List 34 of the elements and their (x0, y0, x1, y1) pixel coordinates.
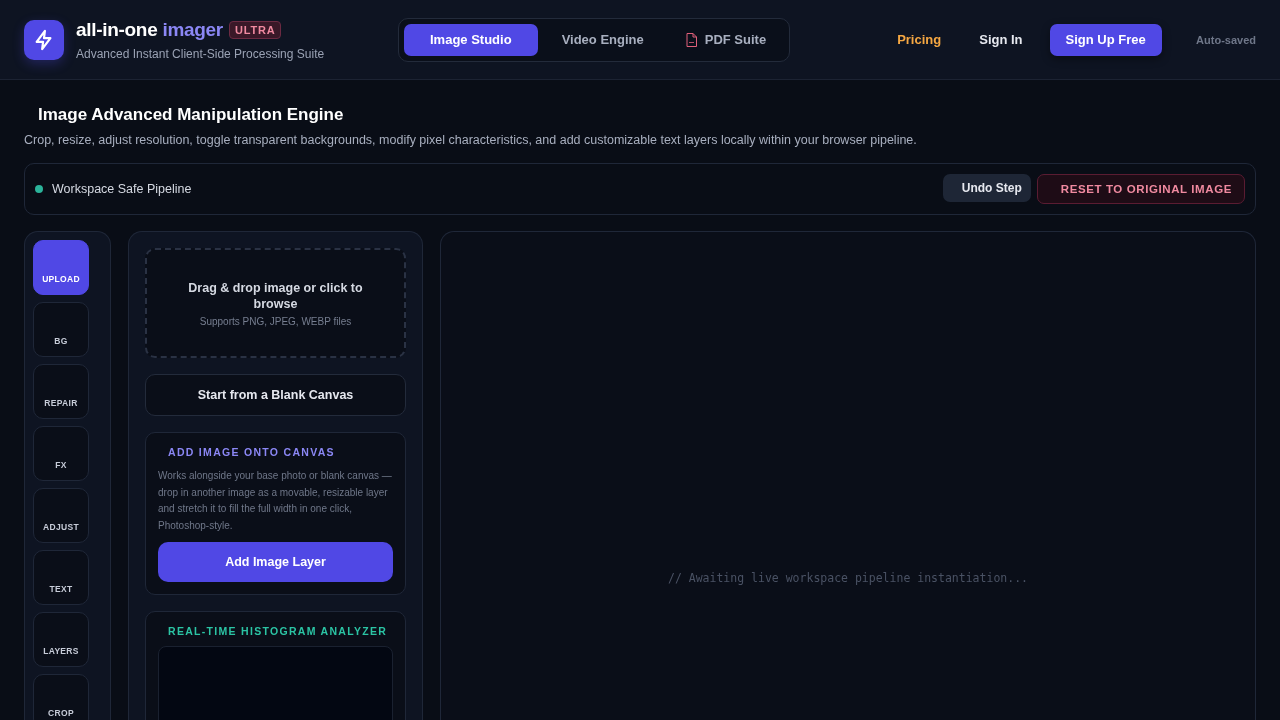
app-tagline: Advanced Instant Client-Side Processing Suite (76, 46, 325, 61)
reset-button[interactable]: RESET TO ORIGINAL IMAGE (1036, 174, 1245, 204)
tool-button[interactable]: ADJUST (33, 488, 89, 543)
mode-tab[interactable]: PDF Suite (667, 23, 785, 56)
upload-dropzone[interactable]: Drag & drop image or click to browse Supports PNG, JPEG, WEBP files (145, 248, 406, 358)
tool-button[interactable]: REPAIR (33, 364, 89, 419)
mode-tab[interactable]: Image Studio (404, 23, 538, 56)
mode-tab[interactable]: Video Engine (543, 23, 662, 56)
undo-button[interactable]: Undo Step (942, 174, 1031, 202)
card-heading: ADD IMAGE ONTO CANVAS (168, 446, 336, 458)
dropzone-hint: Supports PNG, JPEG, WEBP files (199, 315, 352, 327)
tool-button[interactable]: TEXT (33, 550, 89, 605)
tier-badge: ULTRA (228, 20, 282, 39)
canvas-status-text: // Awaiting live workspace pipeline instantiation... (668, 570, 1028, 585)
add-layer-button[interactable]: Add Image Layer (158, 542, 393, 582)
dropzone-title: Drag & drop image or click to browse (187, 279, 364, 312)
card-heading: REAL-TIME HISTOGRAM ANALYZER (168, 625, 389, 637)
tool-button[interactable]: FX (33, 426, 89, 481)
page-description: Crop, resize, adjust resolution, toggle transparent backgrounds, modify pixel characteristics, and add customizable text layers locally within your browser pipeline. (24, 133, 918, 147)
tool-button[interactable]: CROP (33, 674, 89, 720)
tool-button[interactable]: LAYERS (33, 612, 89, 667)
status-label: Workspace Safe Pipeline (52, 182, 192, 196)
tool-button[interactable]: UPLOAD (33, 240, 89, 295)
nav-link[interactable]: Pricing (878, 24, 961, 55)
tool-button[interactable]: BG (33, 302, 89, 357)
blank-canvas-button[interactable]: Start from a Blank Canvas (145, 374, 406, 416)
signup-button[interactable]: Sign Up Free (1049, 23, 1162, 56)
page-title: Image Advanced Manipulation Engine (38, 105, 345, 125)
lightning-logo-icon (24, 19, 64, 60)
app-name: all-in-one imager (76, 18, 223, 41)
nav-link[interactable]: Sign In (960, 24, 1042, 55)
card-text: Works alongside your base photo or blank canvas — drop in another image as a movable, resizable layer and stretch it to fill the full width in one click, Photoshop-style. (158, 469, 393, 533)
save-status: Auto-saved (1196, 33, 1256, 46)
document-icon (685, 32, 697, 47)
